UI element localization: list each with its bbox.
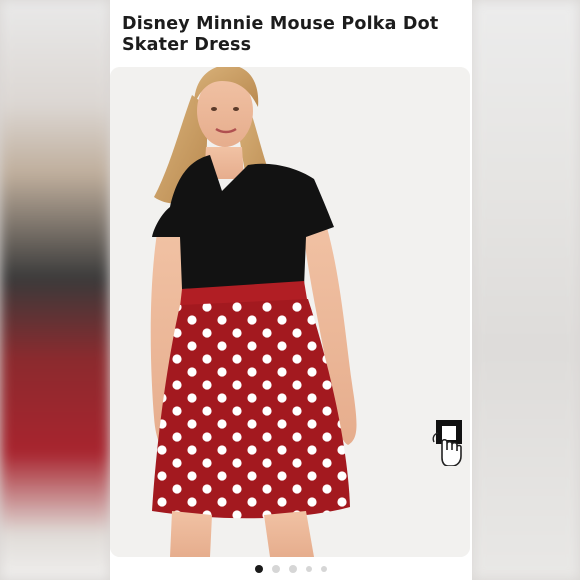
blurred-background-left [0, 0, 110, 580]
listing-card: Disney Minnie Mouse Polka Dot Skater Dre… [110, 0, 472, 580]
product-photo[interactable] [110, 67, 470, 557]
carousel-dot-5[interactable] [321, 566, 327, 572]
carousel-dot-4[interactable] [306, 566, 312, 572]
carousel-dot-2[interactable] [272, 565, 280, 573]
tap-gesture-icon [432, 420, 462, 467]
listing-title: Disney Minnie Mouse Polka Dot Skater Dre… [122, 14, 439, 55]
carousel-dot-3[interactable] [289, 565, 297, 573]
blurred-background-right [472, 0, 580, 580]
carousel-dot-1[interactable] [255, 565, 263, 573]
carousel-indicator [110, 563, 472, 575]
share-button[interactable] [426, 420, 472, 467]
